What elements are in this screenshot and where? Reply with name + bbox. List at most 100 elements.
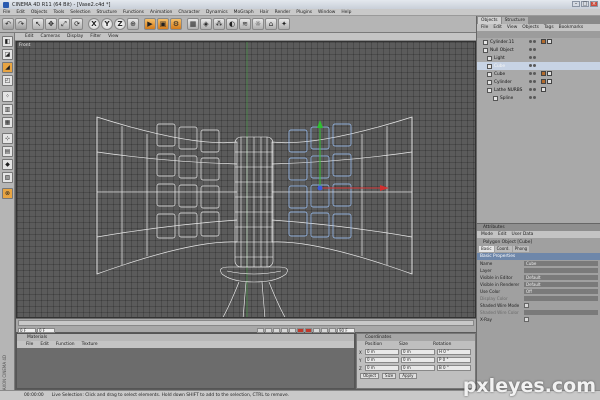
list-item[interactable]: Cylinder: [477, 78, 600, 86]
frame-end-field[interactable]: 90 F: [337, 327, 355, 333]
coord-mode-select[interactable]: Object: [360, 373, 380, 379]
live-selection-icon[interactable]: ↖: [32, 18, 44, 30]
menu-objects[interactable]: Objects: [31, 10, 48, 15]
rot-p-field[interactable]: P 0 °: [437, 357, 471, 363]
menu-structure[interactable]: Structure: [97, 10, 117, 15]
viewport-menu-filter[interactable]: Filter: [90, 34, 101, 39]
goto-end-icon[interactable]: [289, 327, 296, 333]
attr-menu-userdata[interactable]: User Data: [511, 232, 533, 237]
rot-h-field[interactable]: H 0 °: [437, 349, 471, 355]
y-axis-icon[interactable]: Y: [101, 18, 113, 30]
tab-structure[interactable]: Structure: [501, 17, 529, 24]
lock-icon[interactable]: ⊗: [2, 188, 13, 199]
undo-icon[interactable]: ↶: [2, 18, 14, 30]
move-icon[interactable]: ✥: [45, 18, 57, 30]
model-mode-icon[interactable]: ◢: [2, 62, 13, 73]
menu-edit[interactable]: Edit: [16, 10, 25, 15]
size-mode-select[interactable]: Size: [382, 373, 397, 379]
camera-icon[interactable]: ⌂: [265, 18, 277, 30]
frame-current-field[interactable]: 0 F: [37, 327, 55, 333]
make-editable-icon[interactable]: ◧: [2, 36, 13, 47]
objects-menu-objects[interactable]: Objects: [522, 25, 539, 30]
pos-z-field[interactable]: 0 m: [365, 365, 399, 371]
list-item[interactable]: Lathe NURBS: [477, 86, 600, 94]
menu-window[interactable]: Window: [318, 10, 335, 15]
x-axis-icon[interactable]: X: [88, 18, 100, 30]
viewport-menu-view[interactable]: View: [108, 34, 118, 39]
size-z-field[interactable]: 0 m: [401, 365, 435, 371]
attr-tab-phong[interactable]: Phong: [512, 246, 530, 252]
scene-icon[interactable]: ☼: [252, 18, 264, 30]
step-back-icon[interactable]: [265, 327, 272, 333]
workplane-icon[interactable]: ▧: [2, 172, 13, 183]
menu-render[interactable]: Render: [275, 10, 291, 15]
menu-plugins[interactable]: Plugins: [296, 10, 312, 15]
viewport-menu-cameras[interactable]: Cameras: [41, 34, 61, 39]
maximize-icon[interactable]: □: [581, 1, 589, 7]
list-item[interactable]: Cylinder.11: [477, 38, 600, 46]
menu-hair[interactable]: Hair: [260, 10, 269, 15]
menu-animation[interactable]: Animation: [150, 10, 172, 15]
cube-primitive-icon[interactable]: ▦: [187, 18, 199, 30]
frame-start-field[interactable]: 0 F: [18, 327, 36, 333]
light-icon[interactable]: ✦: [278, 18, 290, 30]
viewport-menu-display[interactable]: Display: [67, 34, 83, 39]
play-icon[interactable]: [273, 327, 280, 333]
keyframe-rotation-icon[interactable]: [329, 327, 336, 333]
edges-mode-icon[interactable]: ▥: [2, 104, 13, 115]
size-y-field[interactable]: 0 m: [401, 357, 435, 363]
z-axis-icon[interactable]: Z: [114, 18, 126, 30]
scale-icon[interactable]: ⤢: [58, 18, 70, 30]
step-forward-icon[interactable]: [281, 327, 288, 333]
menu-functions[interactable]: Functions: [123, 10, 144, 15]
keyframe-position-icon[interactable]: [313, 327, 320, 333]
render-settings-icon[interactable]: ⚙: [170, 18, 182, 30]
array-icon[interactable]: ⁂: [213, 18, 225, 30]
snap-icon[interactable]: ◆: [2, 159, 13, 170]
deformer-icon[interactable]: ≋: [239, 18, 251, 30]
menu-character[interactable]: Character: [178, 10, 200, 15]
viewport-menu-edit[interactable]: Edit: [25, 34, 34, 39]
axis-mode-icon[interactable]: ⊹: [2, 133, 13, 144]
render-picture-icon[interactable]: ▣: [157, 18, 169, 30]
objects-menu-tags[interactable]: Tags: [544, 25, 554, 30]
layer-field[interactable]: [524, 268, 598, 273]
list-item[interactable]: Cube: [477, 70, 600, 78]
viewport-front[interactable]: Front: [16, 41, 476, 318]
materials-menu-edit[interactable]: Edit: [40, 342, 49, 347]
materials-menu-texture[interactable]: Texture: [82, 342, 98, 347]
menu-dynamics[interactable]: Dynamics: [206, 10, 228, 15]
objects-menu-bookmarks[interactable]: Bookmarks: [559, 25, 584, 30]
list-item[interactable]: Cube: [477, 62, 600, 70]
xray-checkbox[interactable]: [524, 317, 529, 322]
coordinate-system-icon[interactable]: ⊕: [127, 18, 139, 30]
points-mode-icon[interactable]: ⁘: [2, 91, 13, 102]
record-icon[interactable]: [297, 327, 304, 333]
attr-menu-edit[interactable]: Edit: [498, 232, 507, 237]
use-color-select[interactable]: Off: [524, 289, 598, 294]
shaded-wire-checkbox[interactable]: [524, 303, 529, 308]
objects-menu-view[interactable]: View: [507, 25, 517, 30]
nurbs-icon[interactable]: ◈: [200, 18, 212, 30]
attr-tab-basic[interactable]: Basic: [479, 246, 494, 252]
list-item[interactable]: Spline: [477, 94, 600, 102]
object-mode-icon[interactable]: ◰: [2, 75, 13, 86]
attr-menu-mode[interactable]: Mode: [481, 232, 493, 237]
pos-y-field[interactable]: 0 m: [365, 357, 399, 363]
redo-icon[interactable]: ↷: [15, 18, 27, 30]
name-field[interactable]: Cube: [524, 261, 598, 266]
render-view-icon[interactable]: ▶: [144, 18, 156, 30]
tab-objects[interactable]: Objects: [478, 17, 501, 24]
objects-menu-edit[interactable]: Edit: [493, 25, 502, 30]
timeline-ruler[interactable]: [18, 320, 474, 326]
list-item[interactable]: Light: [477, 54, 600, 62]
list-item[interactable]: Null Object: [477, 46, 600, 54]
size-x-field[interactable]: 0 m: [401, 349, 435, 355]
texture-icon[interactable]: ◪: [2, 49, 13, 60]
pos-x-field[interactable]: 0 m: [365, 349, 399, 355]
close-icon[interactable]: ×: [590, 1, 598, 7]
attr-tab-coord[interactable]: Coord.: [494, 246, 512, 252]
menu-help[interactable]: Help: [341, 10, 351, 15]
objects-menu-file[interactable]: File: [481, 25, 488, 30]
tweak-icon[interactable]: ▤: [2, 146, 13, 157]
